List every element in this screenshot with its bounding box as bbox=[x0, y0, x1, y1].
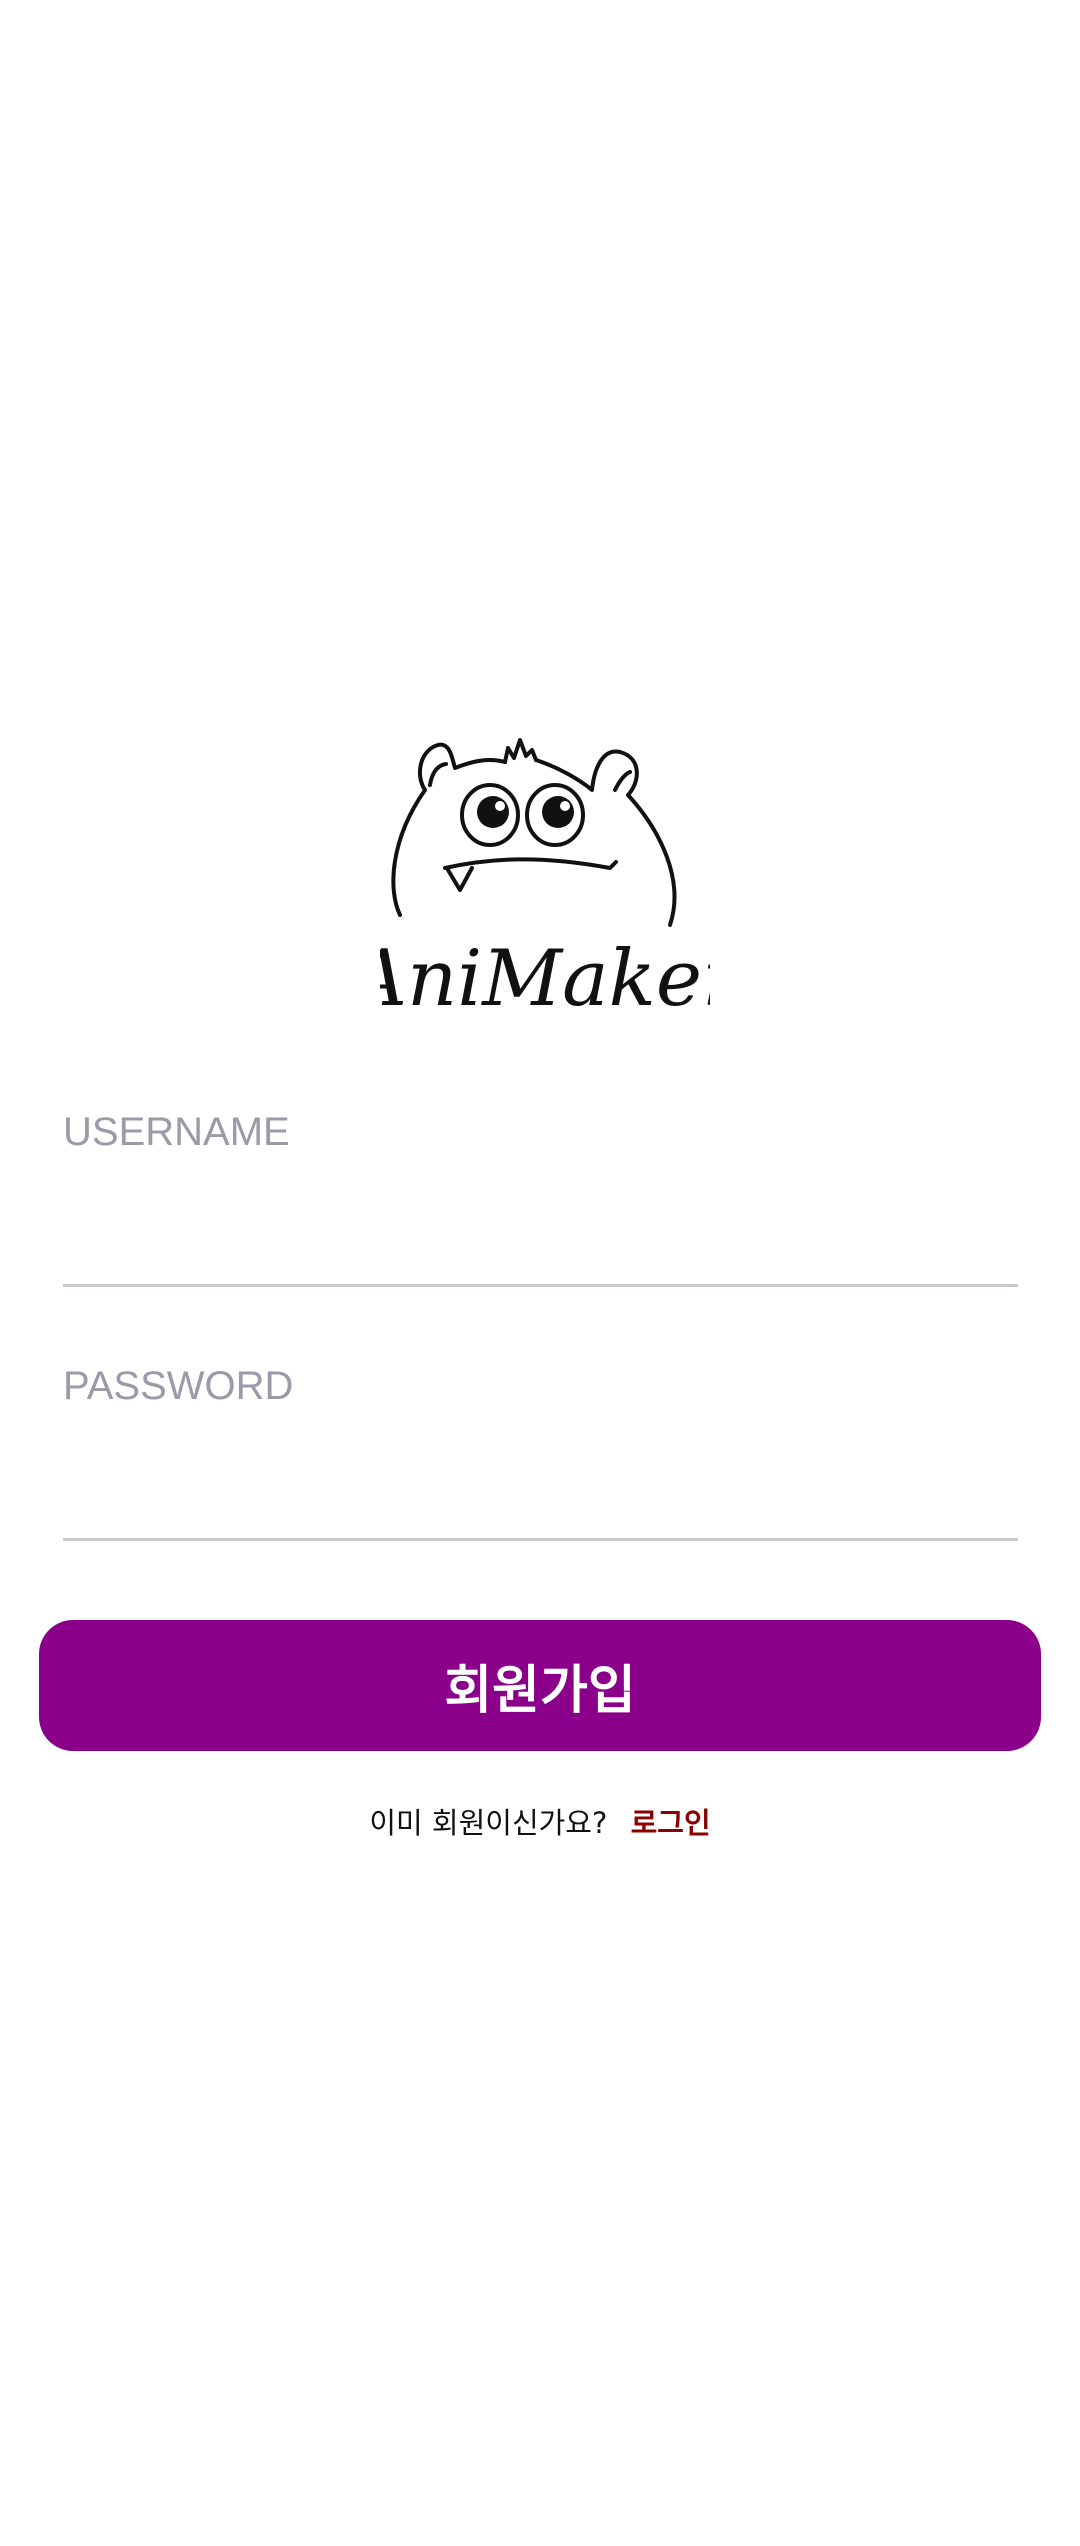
username-underline bbox=[63, 1284, 1018, 1287]
password-label: PASSWORD bbox=[63, 1364, 294, 1408]
password-field[interactable]: PASSWORD bbox=[63, 1364, 1018, 1544]
signup-button[interactable]: 회원가입 bbox=[39, 1620, 1041, 1751]
login-prompt-row: 이미 회원이신가요? 로그인 bbox=[0, 1800, 1080, 1842]
login-link[interactable]: 로그인 bbox=[631, 1806, 711, 1840]
username-input[interactable] bbox=[63, 1170, 1018, 1250]
logo-wordmark: AniMaker bbox=[380, 934, 710, 1024]
password-input[interactable] bbox=[63, 1424, 1018, 1504]
login-prompt-text: 이미 회원이신가요? bbox=[369, 1806, 608, 1840]
username-field[interactable]: USERNAME bbox=[63, 1110, 1018, 1290]
monster-icon: AniMaker bbox=[380, 738, 710, 1024]
password-underline bbox=[63, 1538, 1018, 1541]
app-logo: AniMaker bbox=[380, 690, 710, 1030]
username-label: USERNAME bbox=[63, 1110, 290, 1154]
